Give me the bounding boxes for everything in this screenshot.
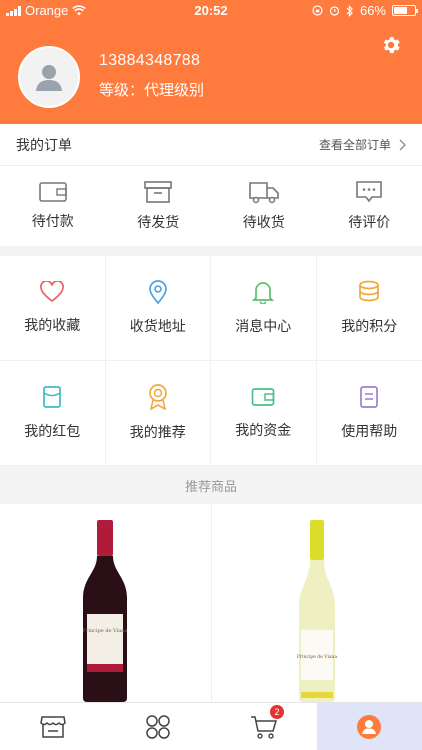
user-placeholder-icon <box>36 65 62 91</box>
chevron-right-icon <box>399 139 406 150</box>
product-card[interactable]: Principe de Viana <box>210 504 422 702</box>
grid-item-favorites[interactable]: 我的收藏 <box>0 256 106 361</box>
bluetooth-icon <box>346 4 353 17</box>
order-label: 待收货 <box>242 215 285 231</box>
wallet-icon <box>251 388 275 406</box>
grid-item-label: 使用帮助 <box>341 424 398 440</box>
order-label: 待评价 <box>348 215 391 231</box>
product-card[interactable]: Principe de Viana <box>0 504 211 702</box>
red-packet-icon <box>43 386 62 408</box>
order-label: 待付款 <box>31 214 74 230</box>
heart-icon <box>40 281 65 303</box>
wallet-icon <box>38 182 67 202</box>
category-icon <box>146 714 170 739</box>
grid-item-label: 我的资金 <box>235 423 292 439</box>
user-icon <box>357 714 382 739</box>
battery-percent: 66% <box>359 3 386 18</box>
recommend-title: 推荐商品 <box>0 466 422 504</box>
profile-header: Orange 20:52 66% 13884348788 等级：代理级别 <box>0 0 422 124</box>
order-pending-receipt[interactable]: 待收货 <box>211 166 317 246</box>
rotation-lock-icon <box>312 5 323 16</box>
grid-item-referral[interactable]: 我的推荐 <box>105 361 211 466</box>
grid-item-label: 我的红包 <box>24 424 81 440</box>
location-icon <box>148 280 167 304</box>
orders-header[interactable]: 我的订单 查看全部订单 <box>0 124 422 166</box>
status-bar: Orange 20:52 66% <box>0 0 422 22</box>
box-icon <box>144 181 173 203</box>
grid-item-points[interactable]: 我的积分 <box>316 256 422 361</box>
grid-item-red-packet[interactable]: 我的红包 <box>0 361 106 466</box>
avatar[interactable] <box>18 46 80 108</box>
service-grid: 我的收藏 收货地址 消息中心 我的积分 我的红包 我的推荐 我的资金 使用帮助 <box>0 256 422 466</box>
bell-icon <box>252 282 275 304</box>
help-book-icon <box>360 386 379 408</box>
product-list: Principe de Viana Principe de Viana <box>0 504 422 702</box>
medal-icon <box>148 384 167 410</box>
tab-category[interactable] <box>106 703 212 750</box>
store-icon <box>39 715 66 738</box>
order-pending-shipment[interactable]: 待发货 <box>106 166 212 246</box>
grid-item-label: 我的积分 <box>341 319 398 335</box>
grid-item-label: 消息中心 <box>235 319 292 335</box>
order-label: 待发货 <box>137 215 180 231</box>
bottle-label: Principe de Viana <box>83 628 128 634</box>
comment-icon <box>356 181 383 203</box>
orders-title: 我的订单 <box>16 137 72 154</box>
truck-icon <box>248 182 279 204</box>
grid-item-address[interactable]: 收货地址 <box>105 256 211 361</box>
tab-profile[interactable] <box>316 703 422 750</box>
tab-home[interactable] <box>0 703 106 750</box>
grid-item-help[interactable]: 使用帮助 <box>316 361 422 466</box>
user-level: 等级：代理级别 <box>99 81 205 99</box>
tab-bar: 2 <box>0 702 422 750</box>
orders-section: 我的订单 查看全部订单 待付款 待发货 待收货 待评价 <box>0 124 422 246</box>
tab-cart[interactable]: 2 <box>211 703 317 750</box>
grid-item-funds[interactable]: 我的资金 <box>211 361 317 466</box>
grid-item-label: 收货地址 <box>129 319 186 335</box>
order-pending-review[interactable]: 待评价 <box>317 166 422 246</box>
grid-item-label: 我的收藏 <box>24 318 81 334</box>
coins-icon <box>359 280 380 302</box>
gear-icon[interactable] <box>380 34 402 56</box>
grid-item-label: 我的推荐 <box>129 425 186 441</box>
alarm-icon <box>329 6 340 16</box>
cart-badge: 2 <box>270 705 284 719</box>
red-wine-bottle-image: Principe de Viana <box>83 520 128 702</box>
view-all-orders-link[interactable]: 查看全部订单 <box>319 136 406 153</box>
white-wine-bottle-image: Principe de Viana <box>297 520 338 702</box>
order-pending-payment[interactable]: 待付款 <box>0 166 106 246</box>
battery-icon <box>392 5 418 16</box>
grid-item-messages[interactable]: 消息中心 <box>211 256 317 361</box>
view-all-orders-label: 查看全部订单 <box>318 138 391 152</box>
bottle-label: Principe de Viana <box>297 654 338 660</box>
user-phone: 13884348788 <box>99 52 201 69</box>
